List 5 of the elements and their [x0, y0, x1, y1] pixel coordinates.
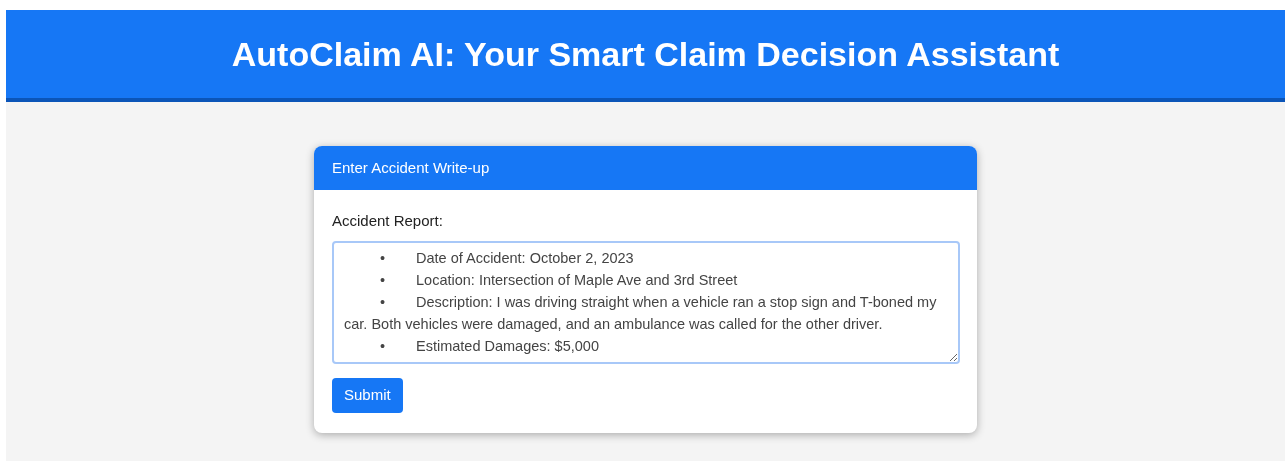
card-title: Enter Accident Write-up [332, 157, 490, 178]
submit-button[interactable]: Submit [332, 377, 403, 413]
field-label: Accident Report: [332, 211, 444, 231]
report-text-area[interactable]: • Date of Accident: October 2, 2023 • Location: Intersection of Maple Ave and 3rd Street • Description: I was driving straight when a vehicle ran a stop sign and T-boned my car. Both vehicles were damaged, and an ambulance was called for the other driver. • Estimated Damages: $5,000 [332, 240, 960, 364]
page-title: AutoClaim AI: Your Smart Claim Decision Assistant [231, 33, 1060, 75]
